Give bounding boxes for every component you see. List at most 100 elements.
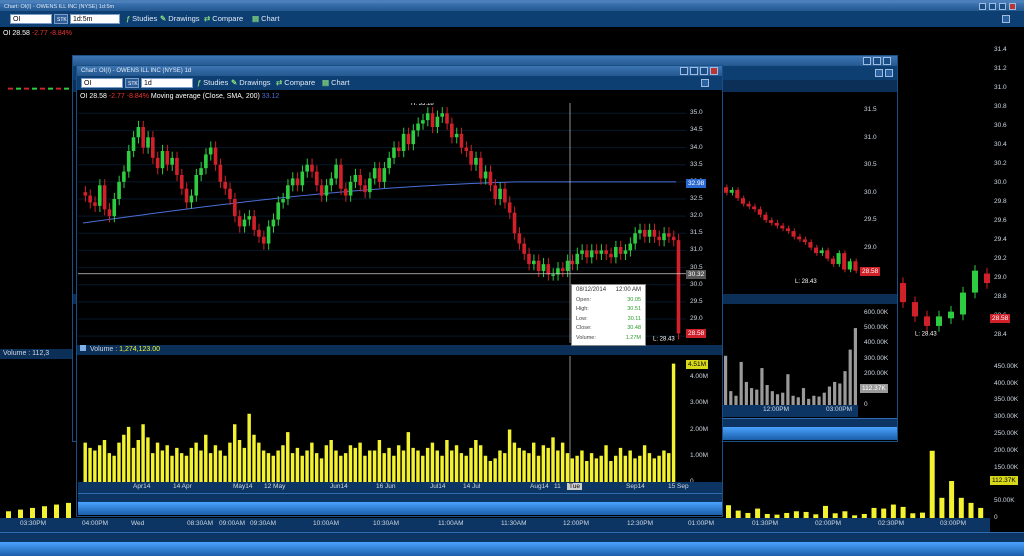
mid-expand-button[interactable]	[885, 69, 893, 77]
candle-body	[334, 164, 338, 179]
candle-body	[575, 253, 580, 265]
bg-symbol-search-button[interactable]: STK	[54, 14, 68, 24]
front-expand-button[interactable]	[701, 79, 709, 87]
price-tick-label: 30.5	[864, 161, 877, 169]
bg-interval-select[interactable]: 1d:5m	[70, 14, 120, 24]
bg-close-icon[interactable]	[1009, 3, 1016, 10]
bg-drawings-button[interactable]: ✎ Drawings	[160, 13, 200, 25]
last-price-tag: 28.58	[990, 314, 1011, 324]
front-toolbar: OI STK 1d ƒ Studies ✎ Drawings ⇄ Compare ▤ C…	[77, 76, 722, 90]
candle-body	[179, 175, 184, 189]
candle-body	[208, 147, 213, 155]
candle-body	[165, 151, 170, 165]
candle-body	[780, 225, 785, 229]
front-close-icon[interactable]	[710, 67, 718, 75]
volume-bar	[551, 437, 555, 482]
volume-bar	[604, 445, 608, 482]
bg-pin-icon[interactable]	[979, 3, 986, 10]
volume-bar	[271, 455, 276, 482]
bg-compare-button[interactable]: ⇄ Compare	[204, 13, 243, 25]
bg-maximize-icon[interactable]	[999, 3, 1006, 10]
front-navigator[interactable]	[78, 493, 722, 515]
bg-navigator[interactable]	[0, 532, 1024, 556]
candle-body	[599, 250, 604, 254]
bg-expand-button[interactable]	[1002, 15, 1010, 23]
bg-symbol-input[interactable]: OI	[10, 14, 52, 24]
candle-body	[151, 137, 155, 158]
volume-bar	[126, 426, 131, 482]
volume-bar	[642, 445, 647, 482]
volume-bar	[560, 442, 565, 482]
front-maximize-icon[interactable]	[700, 67, 708, 75]
candle-body	[319, 185, 324, 196]
volume-bar	[469, 447, 473, 482]
candle-body	[512, 212, 517, 234]
volume-bar	[638, 455, 642, 482]
volume-bar	[843, 371, 847, 405]
candle-body	[213, 147, 218, 165]
mid-pin-icon[interactable]	[863, 57, 871, 65]
volume-bar	[833, 381, 837, 405]
bg-chart-button[interactable]: ▤ Chart	[252, 13, 279, 25]
bg-studies-button[interactable]: ƒ Studies	[126, 13, 157, 25]
candle-body	[8, 87, 13, 90]
front-title-bar[interactable]: Chart: OI(I) - OWENS ILL INC (NYSE) 1d	[77, 66, 722, 76]
volume-bar	[657, 455, 661, 482]
volume-tick-label: 450.00K	[994, 362, 1019, 370]
bg-settings-icon[interactable]	[989, 3, 996, 10]
volume-bar	[392, 455, 396, 482]
volume-bar	[324, 445, 329, 482]
front-pin-icon[interactable]	[680, 67, 688, 75]
candle-body	[532, 260, 536, 265]
volume-bar	[755, 389, 759, 405]
bg-title-bar[interactable]: Chart: OI(I) - OWENS ILL INC (NYSE) 1d:5…	[0, 3, 1024, 11]
front-studies-button[interactable]: ƒ Studies	[197, 77, 228, 89]
front-symbol-input[interactable]: OI	[81, 78, 123, 88]
time-tick-label: 03:00PM	[826, 406, 853, 413]
volume-bar	[507, 429, 512, 482]
volume-bar	[421, 455, 425, 482]
candle-body	[122, 171, 126, 182]
price-tick-label: 30.0	[994, 178, 1007, 186]
candle-body	[633, 233, 637, 244]
candle-body	[774, 222, 779, 226]
mid-dropdown-button[interactable]	[875, 69, 883, 77]
candle-body	[339, 164, 343, 189]
candle-body	[223, 181, 227, 189]
candle-body	[580, 250, 584, 254]
time-tick-label: 02:30PM	[878, 520, 905, 527]
price-tick-label: 29.0	[690, 315, 703, 322]
front-settings-icon[interactable]	[690, 67, 698, 75]
mid-navigator[interactable]	[723, 418, 897, 440]
mid-maximize-icon[interactable]	[883, 57, 891, 65]
time-tick-label: 03:00PM	[940, 520, 967, 527]
candle-body	[377, 168, 382, 182]
front-compare-button[interactable]: ⇄ Compare	[276, 77, 315, 89]
candle-body	[623, 250, 628, 254]
volume-bar	[179, 453, 184, 482]
volume-bar	[853, 328, 857, 405]
front-interval-select[interactable]: 1d	[141, 78, 193, 88]
front-chart-button[interactable]: ▤ Chart	[322, 77, 349, 89]
volume-toggle-icon[interactable]	[80, 345, 86, 351]
mid-settings-icon[interactable]	[873, 57, 881, 65]
volume-bar	[493, 458, 497, 482]
candle-body	[450, 123, 454, 138]
candle-body	[972, 270, 978, 293]
front-symbol-search-button[interactable]: STK	[125, 78, 139, 88]
price-tick-label: 30.6	[994, 121, 1007, 129]
volume-bar	[958, 497, 964, 518]
date-tick-label: Apr14	[133, 483, 151, 490]
candle-body	[305, 164, 309, 172]
volume-bar	[261, 450, 266, 482]
volume-bar	[599, 455, 603, 482]
volume-bar	[801, 388, 806, 405]
volume-bar	[662, 450, 666, 482]
front-drawings-button[interactable]: ✎ Drawings	[231, 77, 271, 89]
volume-bar	[117, 442, 121, 482]
candle-body	[199, 168, 203, 175]
volume-bar	[314, 453, 319, 482]
price-tick-label: 29.4	[994, 236, 1007, 244]
candle-body	[276, 202, 281, 220]
volume-bar	[647, 453, 652, 482]
